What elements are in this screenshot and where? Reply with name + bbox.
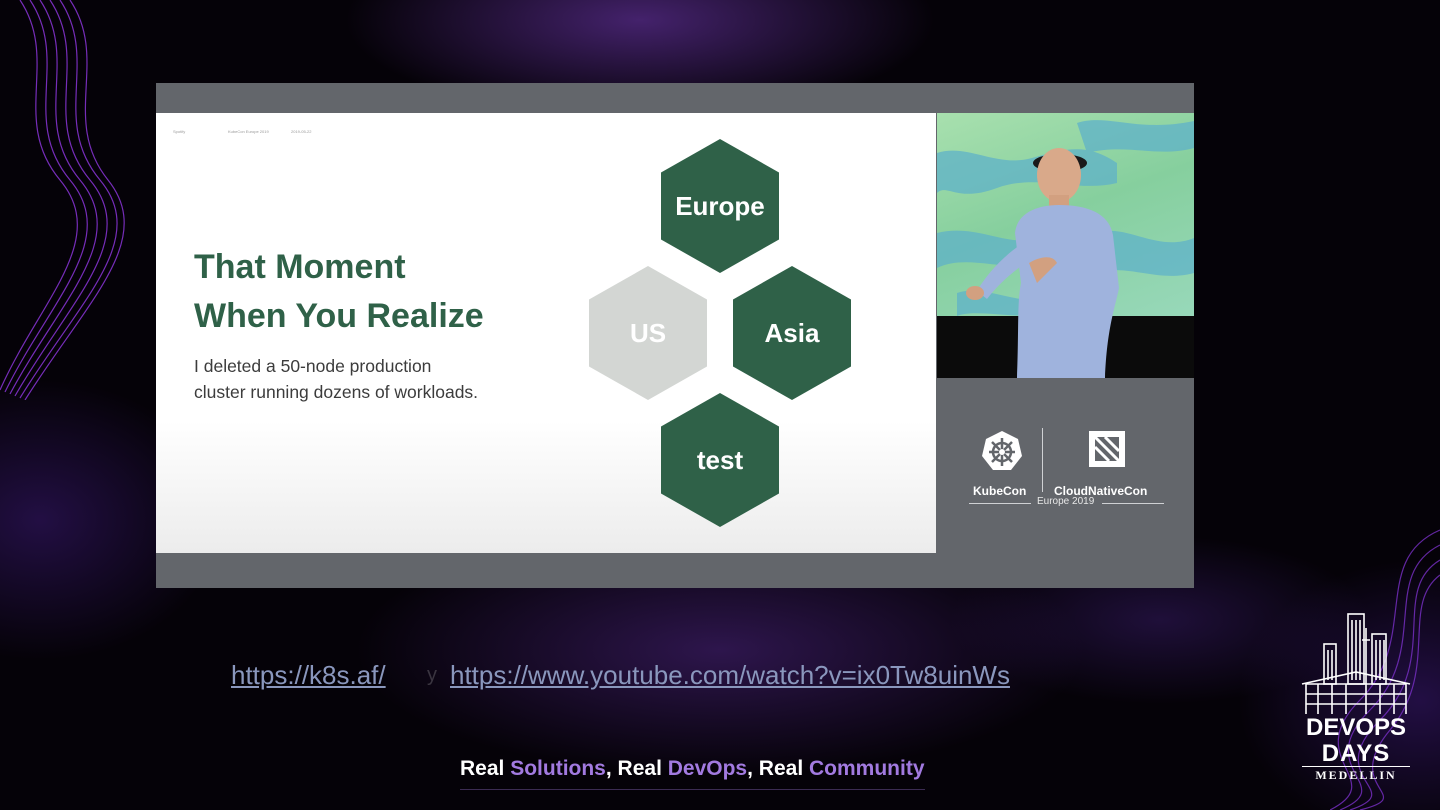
speaker-camera-feed	[937, 113, 1194, 378]
edition-line-right	[1102, 503, 1164, 504]
hexagon-asia: Asia	[733, 266, 851, 400]
devopsdays-medellin-logo: DEVOPS DAYS MEDELLIN	[1296, 610, 1416, 800]
devops-wordmark: DEVOPS	[1305, 714, 1407, 741]
logo-divider	[1042, 428, 1043, 492]
left-wave-decoration	[0, 0, 125, 400]
hexagon-test: test	[661, 393, 779, 527]
slide-body-line-2: cluster running dozens of workloads.	[194, 382, 479, 402]
conference-video-frame: Spotify KubeCon Europe 2019 2019-05-22 T…	[156, 83, 1194, 588]
camera-scene	[937, 120, 1194, 378]
presentation-slide: Spotify KubeCon Europe 2019 2019-05-22 T…	[156, 113, 936, 553]
kubecon-logo-icon	[982, 431, 1022, 470]
cloudnativecon-logo-icon	[1089, 431, 1125, 467]
conference-edition: Europe 2019	[1037, 496, 1095, 507]
slide-meta-event: KubeCon Europe 2019	[228, 129, 269, 134]
event-tagline: Real Solutions, Real DevOps, Real Commun…	[460, 757, 925, 790]
kubecon-label: KubeCon	[973, 484, 1027, 498]
slide-meta-speaker: Spotify	[173, 129, 186, 134]
slide-body-line-1: I deleted a 50-node production	[194, 356, 432, 376]
edition-line-left	[969, 503, 1031, 504]
logo-rule	[1302, 766, 1410, 767]
hexagon-us: US	[589, 266, 707, 400]
tagline-accent-solutions: Solutions	[510, 757, 606, 780]
conference-branding: KubeCon CloudNativeCon Europe 2019	[937, 378, 1194, 588]
slide-title: That Moment When You Realize	[194, 243, 484, 341]
tagline-part: , Real	[747, 757, 809, 780]
tagline-part: , Real	[605, 757, 668, 780]
tagline-accent-devops: DevOps	[667, 757, 748, 780]
slide-body-text: I deleted a 50-node production cluster r…	[194, 353, 478, 405]
slide-title-line-1: That Moment	[194, 248, 406, 286]
links-separator: y	[427, 664, 437, 686]
k8s-af-link[interactable]: https://k8s.af/	[231, 660, 386, 691]
youtube-video-link[interactable]: https://www.youtube.com/watch?v=ix0Tw8ui…	[450, 660, 1010, 691]
tagline-accent-community: Community	[809, 757, 925, 780]
tagline-part: Real	[460, 757, 511, 780]
city-skyline-icon	[1301, 613, 1411, 714]
slide-meta-date: 2019-05-22	[291, 129, 312, 134]
city-wordmark: MEDELLIN	[1315, 768, 1397, 782]
slide-title-line-2: When You Realize	[194, 297, 484, 335]
hexagon-europe: Europe	[661, 139, 779, 273]
days-wordmark: DAYS	[1321, 740, 1391, 767]
